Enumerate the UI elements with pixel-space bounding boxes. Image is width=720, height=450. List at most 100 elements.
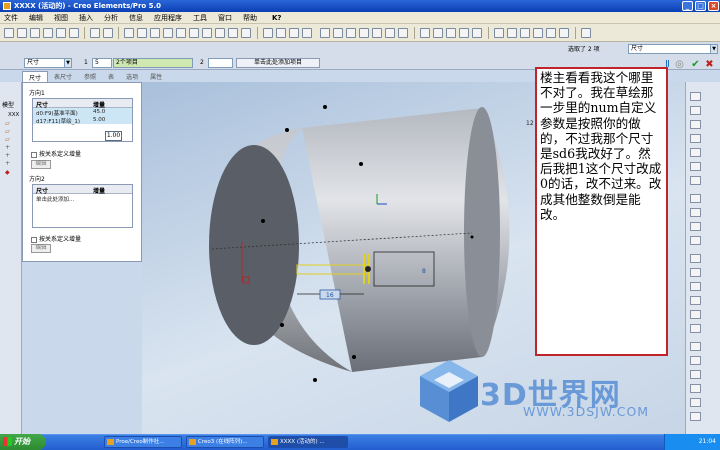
cut-icon[interactable] <box>124 28 134 38</box>
maximize-button[interactable]: □ <box>695 1 706 11</box>
binoculars-icon[interactable] <box>215 28 225 38</box>
model-tree-root[interactable]: XXX <box>8 112 19 118</box>
tab-tables[interactable]: 表 <box>102 71 120 82</box>
table-icon[interactable] <box>241 28 251 38</box>
shell-tool-icon[interactable] <box>690 268 701 277</box>
menu-window[interactable]: 窗口 <box>218 13 232 23</box>
direction1-items-collector[interactable]: 2个项目 <box>113 58 193 68</box>
blend-tool-icon[interactable] <box>690 236 701 245</box>
menu-applications[interactable]: 应用程序 <box>154 13 182 23</box>
hidden-line-icon[interactable] <box>433 28 443 38</box>
feature-icon[interactable]: + <box>5 152 19 159</box>
reorient-icon[interactable] <box>359 28 369 38</box>
orient-mode-icon[interactable] <box>289 28 299 38</box>
datum-plane-icon[interactable]: ▱ <box>5 128 19 135</box>
datum-planes-icon[interactable] <box>494 28 504 38</box>
menu-analysis[interactable]: 分析 <box>104 13 118 23</box>
sketch-tool-icon[interactable] <box>690 176 701 185</box>
tab-options[interactable]: 选项 <box>120 71 144 82</box>
find-icon[interactable] <box>189 28 199 38</box>
undo-icon[interactable] <box>90 28 100 38</box>
confirm-check-icon[interactable]: ✔ <box>690 60 701 70</box>
csys-tool-icon[interactable] <box>690 148 701 157</box>
datum-points-icon[interactable] <box>520 28 530 38</box>
repaint-icon[interactable] <box>263 28 273 38</box>
tab-references[interactable]: 参照 <box>78 71 102 82</box>
saved-views-icon[interactable] <box>372 28 382 38</box>
direction1-count-field[interactable]: 5 <box>92 58 112 68</box>
datum-point-tool-icon[interactable] <box>690 134 701 143</box>
mirror-icon[interactable] <box>176 28 186 38</box>
table-row[interactable]: d0:F9(基准平面) 45.0 <box>33 108 132 117</box>
menu-help[interactable]: 帮助 <box>243 13 257 23</box>
print-icon[interactable] <box>43 28 53 38</box>
layers-icon[interactable] <box>385 28 395 38</box>
datum-axes-icon[interactable] <box>507 28 517 38</box>
revolve-tool-icon[interactable] <box>690 208 701 217</box>
variable-sweep-icon[interactable] <box>690 222 701 231</box>
selection-filter-combo[interactable]: 尺寸 ▼ <box>628 44 718 54</box>
chamfer-tool-icon[interactable] <box>690 324 701 333</box>
regenerate-icon[interactable] <box>163 28 173 38</box>
menu-context-help[interactable]: K? <box>272 14 282 22</box>
datum-plane-tool-icon[interactable] <box>690 92 701 101</box>
new-file-icon[interactable] <box>4 28 14 38</box>
paste-special-icon[interactable] <box>150 28 160 38</box>
email-icon[interactable] <box>56 28 66 38</box>
select-box-icon[interactable] <box>202 28 212 38</box>
copy-icon[interactable] <box>69 28 79 38</box>
paste-icon[interactable] <box>137 28 147 38</box>
direction2-dimension-table[interactable]: 尺寸 增量 单击此处添加... <box>32 184 133 228</box>
enhanced-realism-icon[interactable] <box>472 28 482 38</box>
refit-icon[interactable] <box>346 28 356 38</box>
menu-edit[interactable]: 编辑 <box>29 13 43 23</box>
view-manager-icon[interactable] <box>398 28 408 38</box>
menu-tools[interactable]: 工具 <box>193 13 207 23</box>
direction2-relation-checkbox[interactable]: 按关系定义增量 <box>31 234 81 243</box>
zoom-out-icon[interactable] <box>333 28 343 38</box>
preview-icon[interactable]: ◎ <box>674 60 685 70</box>
round-tool-icon[interactable] <box>690 310 701 319</box>
dimension-text-16[interactable]: 16 <box>326 292 334 299</box>
save-icon[interactable] <box>30 28 40 38</box>
direction1-edit-button[interactable]: 编辑 <box>31 160 51 169</box>
tab-table-dimensions[interactable]: 表尺寸 <box>48 71 78 82</box>
menu-insert[interactable]: 插入 <box>79 13 93 23</box>
datum-plane-icon[interactable]: ▱ <box>5 120 19 127</box>
extrude-tool-icon[interactable] <box>690 194 701 203</box>
direction1-relation-checkbox[interactable]: 按关系定义增量 <box>31 149 81 158</box>
feature-icon[interactable]: + <box>5 144 19 151</box>
redo-icon[interactable] <box>103 28 113 38</box>
datum-axis-tool-icon[interactable] <box>690 106 701 115</box>
start-button[interactable]: 开始 <box>0 434 46 450</box>
rib-tool-icon[interactable] <box>690 282 701 291</box>
draft-tool-icon[interactable] <box>690 296 701 305</box>
taskbar-item[interactable]: Proe/Creo制作社... <box>104 436 182 448</box>
menu-info[interactable]: 信息 <box>129 13 143 23</box>
pattern-tool-icon[interactable] <box>690 342 701 351</box>
menu-file[interactable]: 文件 <box>4 13 18 23</box>
spin-center-icon[interactable] <box>276 28 286 38</box>
minimize-button[interactable]: _ <box>682 1 693 11</box>
clock[interactable]: 21:04 <box>699 438 716 445</box>
taskbar-item[interactable]: Creo3 (在线阵列)... <box>186 436 264 448</box>
tab-properties[interactable]: 属性 <box>144 71 168 82</box>
taskbar-item-active[interactable]: XXXX (活动的) ... <box>268 436 348 448</box>
no-hidden-icon[interactable] <box>446 28 456 38</box>
shading-icon[interactable] <box>302 28 312 38</box>
solidify-tool-icon[interactable] <box>690 412 701 421</box>
direction2-edit-button[interactable]: 编辑 <box>31 244 51 253</box>
grid-icon[interactable] <box>228 28 238 38</box>
trim-tool-icon[interactable] <box>690 384 701 393</box>
feature-icon[interactable]: + <box>5 160 19 167</box>
spin-center-toggle-icon[interactable] <box>559 28 569 38</box>
tab-dimensions[interactable]: 尺寸 <box>22 71 49 82</box>
menu-view[interactable]: 视图 <box>54 13 68 23</box>
sketch-curve-tool-icon[interactable] <box>690 120 701 129</box>
thicken-tool-icon[interactable] <box>690 398 701 407</box>
merge-tool-icon[interactable] <box>690 370 701 379</box>
direction2-count-field[interactable] <box>208 58 233 68</box>
context-help-icon[interactable] <box>581 28 591 38</box>
annotations-icon[interactable] <box>546 28 556 38</box>
pattern-type-combo[interactable]: 尺寸 ▼ <box>24 58 72 68</box>
